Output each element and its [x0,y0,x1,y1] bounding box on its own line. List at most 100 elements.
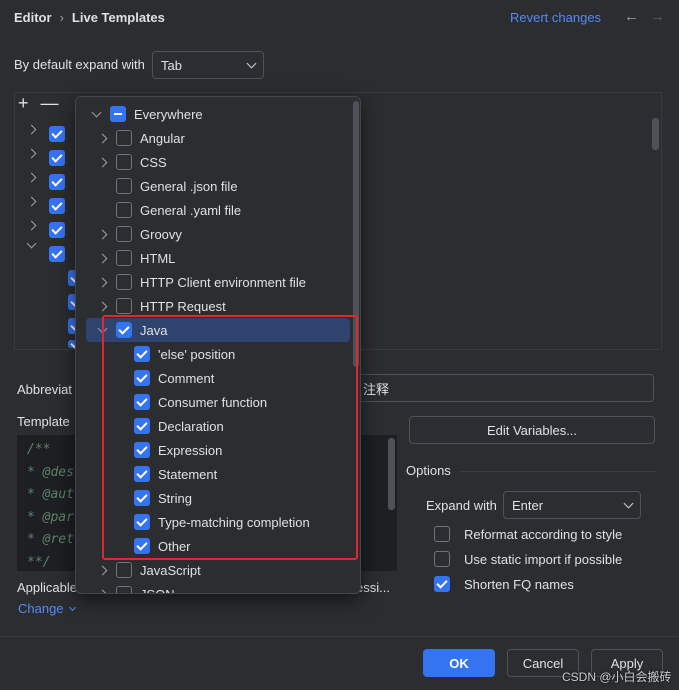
popup-row[interactable]: CSS [76,150,348,174]
tree-row-checkbox[interactable] [49,222,65,238]
revert-changes-link[interactable]: Revert changes [510,10,601,25]
popup-row-label: JavaScript [140,562,201,578]
tree-row-checkbox[interactable] [49,198,65,214]
popup-row-checkbox[interactable] [134,490,150,506]
popup-row[interactable]: HTML [76,246,348,270]
popup-row-label: Groovy [140,226,182,242]
static-import-checkbox[interactable] [434,551,450,567]
popup-row-checkbox[interactable] [134,514,150,530]
chevron-right-icon[interactable] [96,565,108,575]
popup-row[interactable]: Consumer function [76,390,348,414]
reformat-label: Reformat according to style [464,526,623,542]
popup-row-label: General .yaml file [140,202,242,218]
popup-row[interactable]: Groovy [76,222,348,246]
expand-with-select[interactable]: Enter [503,491,641,519]
tree-row-expander[interactable] [26,238,37,249]
popup-row-checkbox[interactable] [116,586,132,593]
shorten-fq-option[interactable]: Shorten FQ names [434,576,574,592]
tree-row-checkbox[interactable] [49,150,65,166]
reformat-option[interactable]: Reformat according to style [434,526,622,542]
applicable-contexts-text: essi... [356,580,390,595]
popup-row-checkbox[interactable] [116,226,132,242]
chevron-right-icon[interactable] [96,253,108,263]
tree-row-expander[interactable] [26,220,37,231]
popup-row-checkbox[interactable] [134,538,150,554]
forward-arrow-icon[interactable]: → [650,8,665,25]
popup-row[interactable]: Other [76,534,348,558]
popup-row[interactable]: Java [86,318,350,342]
popup-row[interactable]: Expression [76,438,348,462]
everywhere-checkbox[interactable] [110,106,126,122]
popup-row-checkbox[interactable] [134,394,150,410]
tree-scrollbar[interactable] [652,118,659,150]
tree-row-checkbox[interactable] [49,126,65,142]
chevron-right-icon[interactable] [96,229,108,239]
popup-row-checkbox[interactable] [116,562,132,578]
shorten-fq-checkbox[interactable] [434,576,450,592]
popup-row-checkbox[interactable] [116,130,132,146]
change-context-link[interactable]: Change [18,601,76,616]
chevron-right-icon[interactable] [96,277,108,287]
popup-row-checkbox[interactable] [116,154,132,170]
default-expand-select[interactable]: Tab [152,51,264,79]
chevron-right-icon[interactable] [96,133,108,143]
popup-row[interactable]: HTTP Request [76,294,348,318]
popup-row[interactable]: General .yaml file [76,198,348,222]
popup-row-checkbox[interactable] [134,346,150,362]
popup-row-label: Java [140,322,168,338]
chevron-down-icon[interactable] [96,323,108,333]
popup-row[interactable]: Angular [76,126,348,150]
chevron-right-icon[interactable] [96,301,108,311]
description-field[interactable]: 注释 [346,374,654,402]
popup-row[interactable]: JavaScript [76,558,348,582]
popup-row-checkbox[interactable] [116,202,132,218]
popup-row[interactable]: 'else' position [76,342,348,366]
template-text-label: Template [17,414,70,429]
tree-row-checkbox[interactable] [49,246,65,262]
chevron-down-icon [246,58,257,68]
static-import-option[interactable]: Use static import if possible [434,551,622,567]
popup-row-checkbox[interactable] [116,274,132,290]
popup-row[interactable]: Comment [76,366,348,390]
popup-row-checkbox[interactable] [116,298,132,314]
popup-row[interactable]: String [76,486,348,510]
popup-row-label: Angular [140,130,185,146]
popup-row-checkbox[interactable] [134,442,150,458]
popup-row[interactable]: General .json file [76,174,348,198]
popup-row[interactable]: Declaration [76,414,348,438]
popup-scrollbar[interactable] [353,101,359,367]
ok-button[interactable]: OK [423,649,495,677]
popup-row-checkbox[interactable] [116,178,132,194]
breadcrumb-editor[interactable]: Editor [14,10,52,25]
chevron-right-icon[interactable] [96,589,108,593]
add-icon[interactable]: + [18,94,29,112]
popup-row-checkbox[interactable] [134,370,150,386]
edit-variables-button[interactable]: Edit Variables... [409,416,655,444]
tree-row-expander[interactable] [26,196,37,207]
context-popup[interactable]: Everywhere Angular CSS General .json file G… [75,96,361,594]
popup-row[interactable]: Statement [76,462,348,486]
chevron-down-icon[interactable] [90,107,102,117]
chevron-right-icon[interactable] [96,157,108,167]
reformat-checkbox[interactable] [434,526,450,542]
popup-row-checkbox[interactable] [134,466,150,482]
watermark: CSDN @小白会搬砖 [562,670,672,684]
popup-row-label: HTML [140,250,176,266]
popup-row[interactable]: HTTP Client environment file [76,270,348,294]
popup-row[interactable]: Type-matching completion [76,510,348,534]
tree-row-expander[interactable] [26,124,37,135]
tree-row-checkbox[interactable] [49,174,65,190]
chevron-down-icon [68,603,76,611]
tree-row-expander[interactable] [26,148,37,159]
editor-scrollbar[interactable] [388,438,395,510]
remove-icon[interactable]: — [41,94,59,112]
popup-row-checkbox[interactable] [116,322,132,338]
popup-row-checkbox[interactable] [116,250,132,266]
change-label: Change [18,601,64,616]
back-arrow-icon[interactable]: ← [624,8,639,25]
tree-row-expander[interactable] [26,172,37,183]
popup-row-label: 'else' position [158,346,236,362]
popup-row-checkbox[interactable] [134,418,150,434]
popup-row[interactable]: JSON [76,582,348,593]
popup-row-everywhere[interactable]: Everywhere [76,102,348,126]
